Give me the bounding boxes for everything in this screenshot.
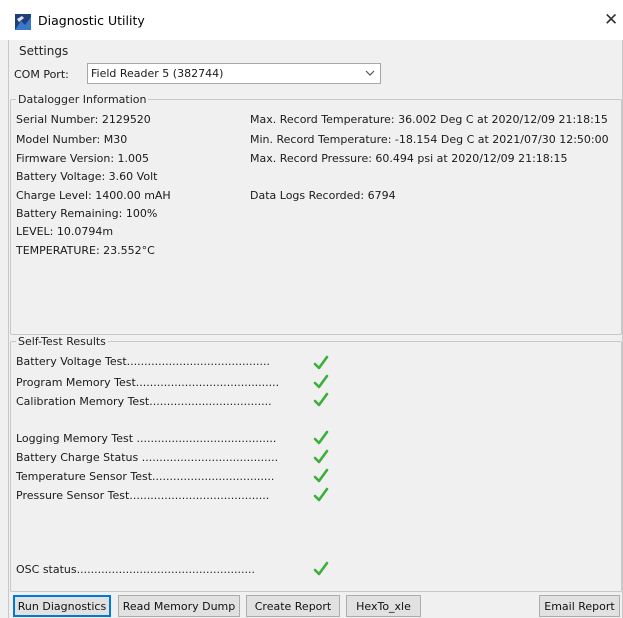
battery-remaining: Battery Remaining: 100%	[16, 207, 158, 220]
com-port-value: Field Reader 5 (382744)	[91, 67, 224, 80]
calibration-memory-test: Calibration Memory Test.................…	[16, 395, 272, 408]
osc-status: OSC status..............................…	[16, 563, 255, 576]
charge-level: Charge Level: 1400.00 mAH	[16, 189, 171, 202]
check-icon	[313, 392, 329, 407]
hex-to-xle-button[interactable]: HexTo_xle	[346, 595, 421, 617]
pressure-sensor-test: Pressure Sensor Test....................…	[16, 489, 270, 502]
window-title: Diagnostic Utility	[38, 13, 145, 28]
chevron-down-icon	[365, 70, 375, 76]
firmware-version: Firmware Version: 1.005	[16, 152, 150, 165]
com-port-select[interactable]: Field Reader 5 (382744)	[87, 63, 381, 84]
battery-voltage-test: Battery Voltage Test....................…	[16, 355, 270, 368]
settings-label: Settings	[19, 44, 69, 58]
program-memory-test: Program Memory Test.....................…	[16, 376, 280, 389]
check-icon	[313, 430, 329, 445]
temperature-sensor-test: Temperature Sensor Test.................…	[16, 470, 275, 483]
app-logo-icon	[15, 14, 31, 30]
temperature-reading: TEMPERATURE: 23.552°C	[16, 244, 155, 257]
level-reading: LEVEL: 10.0794m	[16, 225, 114, 238]
close-icon[interactable]: ✕	[604, 10, 618, 30]
model-number: Model Number: M30	[16, 133, 128, 146]
datalogger-info-title: Datalogger Information	[16, 93, 149, 106]
check-icon	[313, 561, 329, 576]
title-bar: Diagnostic Utility ✕	[0, 0, 623, 40]
max-record-temperature: Max. Record Temperature: 36.002 Deg C at…	[250, 113, 608, 126]
run-diagnostics-button[interactable]: Run Diagnostics	[13, 595, 111, 617]
check-icon	[313, 487, 329, 502]
data-logs-recorded: Data Logs Recorded: 6794	[250, 189, 396, 202]
check-icon	[313, 374, 329, 389]
self-test-title: Self-Test Results	[16, 335, 108, 348]
window-border-left	[8, 40, 9, 618]
check-icon	[313, 355, 329, 370]
logging-memory-test: Logging Memory Test ....................…	[16, 432, 277, 445]
com-port-label: COM Port:	[14, 68, 69, 81]
email-report-button[interactable]: Email Report	[539, 595, 620, 617]
min-record-temperature: Min. Record Temperature: -18.154 Deg C a…	[250, 133, 609, 146]
check-icon	[313, 449, 329, 464]
read-memory-dump-button[interactable]: Read Memory Dump	[118, 595, 240, 617]
max-record-pressure: Max. Record Pressure: 60.494 psi at 2020…	[250, 152, 568, 165]
create-report-button[interactable]: Create Report	[246, 595, 340, 617]
battery-voltage: Battery Voltage: 3.60 Volt	[16, 170, 158, 183]
battery-charge-status: Battery Charge Status ..................…	[16, 451, 279, 464]
check-icon	[313, 468, 329, 483]
serial-number: Serial Number: 2129520	[16, 113, 151, 126]
